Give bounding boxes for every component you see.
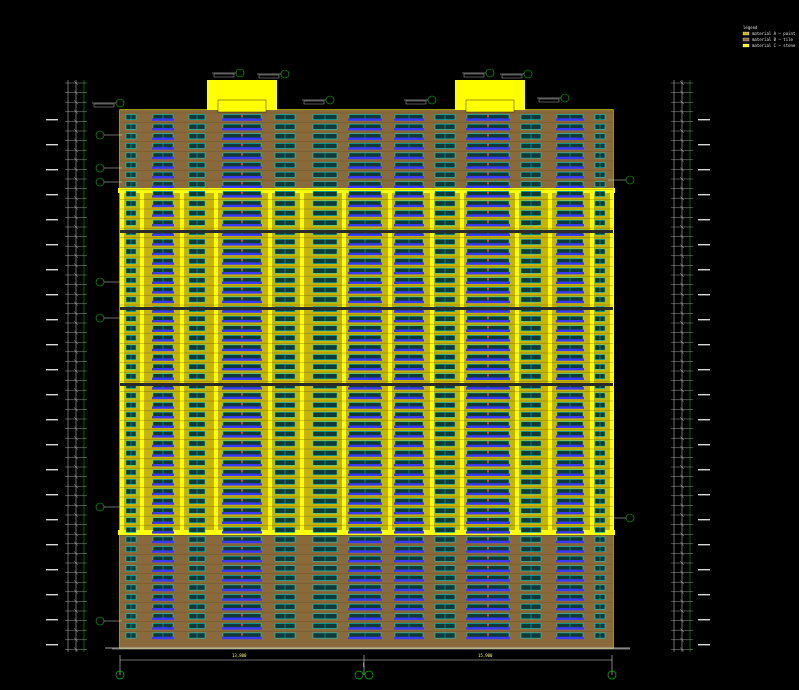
legend-item-3: material C — stone xyxy=(752,43,796,48)
elevation-drawing: 13,800 15,900 | xyxy=(0,0,799,690)
right-dimension-text: 15,900 xyxy=(478,653,493,658)
building-facade xyxy=(105,80,630,649)
legend-title: legend xyxy=(743,25,758,30)
legend-box: legend material A — paint material B — t… xyxy=(742,25,796,48)
legend-item-2: material B — tile xyxy=(752,37,794,42)
legend-item-1: material A — paint xyxy=(752,31,796,36)
total-dimension-text: | xyxy=(362,662,364,667)
left-dimension-text: 13,800 xyxy=(232,653,247,658)
